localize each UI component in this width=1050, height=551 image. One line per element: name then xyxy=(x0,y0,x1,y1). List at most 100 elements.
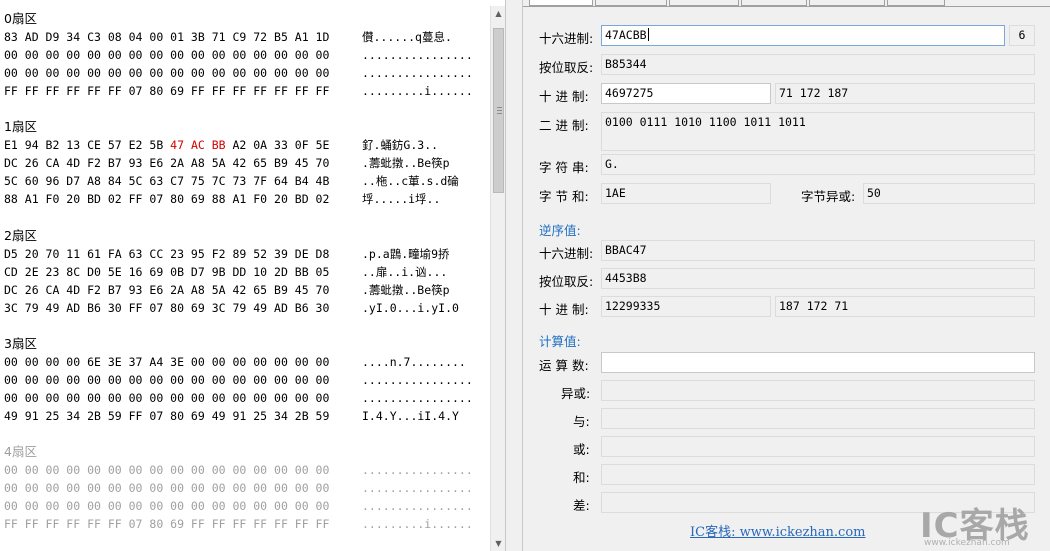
decimal-input[interactable]: 4697275 xyxy=(601,83,771,104)
tab-2[interactable] xyxy=(595,0,667,6)
ascii-text[interactable]: .薵蚍撴..Be筷p xyxy=(362,281,482,299)
reverse-decimal-bytes-field[interactable]: 187 172 71 xyxy=(775,296,1035,317)
and-result-field[interactable] xyxy=(601,408,1035,429)
ascii-text[interactable]: 垺.....i垺.. xyxy=(362,190,482,208)
decimal-bytes-field[interactable]: 71 172 187 xyxy=(775,83,1035,104)
reverse-decimal-field[interactable]: 12299335 xyxy=(601,296,771,317)
ascii-text[interactable]: ................ xyxy=(362,371,482,389)
hex-row[interactable]: FF FF FF FF FF FF 07 80 69 FF FF FF FF F… xyxy=(4,515,473,533)
hex-dump[interactable]: 0扇区 83 AD D9 34 C3 08 04 00 01 3B 71 C9 … xyxy=(0,0,490,551)
hex-bytes[interactable]: DC 26 CA 4D F2 B7 93 E6 2A A8 5A 42 65 B… xyxy=(4,281,354,299)
hex-input[interactable]: 47ACBB xyxy=(601,25,1005,46)
reverse-hex-field[interactable]: BBAC47 xyxy=(601,240,1035,261)
hex-row[interactable]: 3C 79 49 AD B6 30 FF 07 80 69 3C 79 49 A… xyxy=(4,299,459,317)
reverse-not-field[interactable]: 4453B8 xyxy=(601,268,1035,289)
website-link[interactable]: IC客栈: www.ickezhan.com xyxy=(690,521,866,540)
hex-input-value[interactable]: 47ACBB xyxy=(605,28,647,42)
ascii-text[interactable]: ..柂..c莗.s.d碖 xyxy=(362,172,482,190)
ascii-text[interactable]: 儹......q蔓息. xyxy=(362,28,482,46)
hex-bytes[interactable]: 49 91 25 34 2B 59 FF 07 80 69 49 91 25 3… xyxy=(4,407,354,425)
hex-row[interactable]: DC 26 CA 4D F2 B7 93 E6 2A A8 5A 42 65 B… xyxy=(4,154,450,172)
hex-bytes[interactable]: 00 00 00 00 00 00 00 00 00 00 00 00 00 0… xyxy=(4,479,354,497)
hex-bytes[interactable]: 00 00 00 00 6E 3E 37 A4 3E 00 00 00 00 0… xyxy=(4,353,354,371)
byte-sum-field[interactable]: 1AE xyxy=(601,183,771,204)
tab-6[interactable] xyxy=(887,0,945,6)
hex-row[interactable]: 00 00 00 00 00 00 00 00 00 00 00 00 00 0… xyxy=(4,461,473,479)
hex-row[interactable]: FF FF FF FF FF FF 07 80 69 FF FF FF FF F… xyxy=(4,82,473,100)
hex-row[interactable]: 5C 60 96 D7 A8 84 5C 63 C7 75 7C 73 7F 6… xyxy=(4,172,459,190)
hex-row[interactable]: 00 00 00 00 00 00 00 00 00 00 00 00 00 0… xyxy=(4,389,473,407)
hex-bytes[interactable]: FF FF FF FF FF FF 07 80 69 FF FF FF FF F… xyxy=(4,82,354,100)
byte-xor-field[interactable]: 50 xyxy=(863,183,1035,204)
hex-bytes[interactable]: 00 00 00 00 00 00 00 00 00 00 00 00 00 0… xyxy=(4,46,354,64)
ascii-text[interactable]: ................ xyxy=(362,46,482,64)
hex-bytes[interactable]: FF FF FF FF FF FF 07 80 69 FF FF FF FF F… xyxy=(4,515,354,533)
ascii-text[interactable]: 釕.蛹鈁G.3.. xyxy=(362,136,482,154)
vertical-scrollbar[interactable]: ▲ ▼ xyxy=(490,6,505,551)
ascii-text[interactable]: .p.a鵾.疃堬9挢 xyxy=(362,245,482,263)
ascii-text[interactable]: ....n.7........ xyxy=(362,353,482,371)
hex-bytes[interactable]: 83 AD D9 34 C3 08 04 00 01 3B 71 C9 72 B… xyxy=(4,28,354,46)
hex-row[interactable]: 00 00 00 00 00 00 00 00 00 00 00 00 00 0… xyxy=(4,497,473,515)
binary-field[interactable]: 0100 0111 1010 1100 1011 1011 xyxy=(601,112,1035,151)
tab-4[interactable] xyxy=(741,0,807,6)
hex-bytes[interactable]: D5 20 70 11 61 FA 63 CC 23 95 F2 89 52 3… xyxy=(4,245,354,263)
ascii-text[interactable]: .薵蚍撴..Be筷p xyxy=(362,154,482,172)
ascii-text[interactable]: ................ xyxy=(362,389,482,407)
ascii-text[interactable]: .........i...... xyxy=(362,515,482,533)
hex-bytes[interactable]: 00 00 00 00 00 00 00 00 00 00 00 00 00 0… xyxy=(4,64,354,82)
reverse-decimal-label: 十 进 制: xyxy=(539,302,589,317)
scrollbar-thumb[interactable] xyxy=(493,28,504,193)
hex-bytes[interactable]: 3C 79 49 AD B6 30 FF 07 80 69 3C 79 49 A… xyxy=(4,299,354,317)
xor-result-field[interactable] xyxy=(601,380,1035,401)
scroll-up-arrow-icon[interactable]: ▲ xyxy=(491,6,506,21)
string-field[interactable]: G. xyxy=(601,154,1035,175)
ascii-text[interactable]: .........i...... xyxy=(362,82,482,100)
ascii-text[interactable]: I.4.Y...iI.4.Y xyxy=(362,407,482,425)
tab-5[interactable] xyxy=(809,0,885,6)
hex-row[interactable]: CD 2E 23 8C D0 5E 16 69 0B D7 9B DD 10 2… xyxy=(4,263,447,281)
hex-bytes[interactable]: CD 2E 23 8C D0 5E 16 69 0B D7 9B DD 10 2… xyxy=(4,263,354,281)
sum-result-field[interactable] xyxy=(601,464,1035,485)
ascii-text[interactable]: ................ xyxy=(362,497,482,515)
hex-row[interactable]: 00 00 00 00 00 00 00 00 00 00 00 00 00 0… xyxy=(4,371,473,389)
tab-1[interactable] xyxy=(529,0,593,6)
hex-bytes[interactable]: 88 A1 F0 20 BD 02 FF 07 80 69 88 A1 F0 2… xyxy=(4,190,354,208)
grip-line xyxy=(497,113,502,114)
hex-bytes[interactable]: 00 00 00 00 00 00 00 00 00 00 00 00 00 0… xyxy=(4,389,354,407)
hex-label: 十六进制: xyxy=(539,31,594,46)
hex-row[interactable]: 00 00 00 00 00 00 00 00 00 00 00 00 00 0… xyxy=(4,479,473,497)
selected-bytes[interactable]: 47 AC BB xyxy=(170,138,225,152)
ascii-text[interactable]: ................ xyxy=(362,64,482,82)
hex-bytes[interactable]: 00 00 00 00 00 00 00 00 00 00 00 00 00 0… xyxy=(4,461,354,479)
sector-title: 0扇区 xyxy=(4,11,37,26)
hex-bytes-pre[interactable]: E1 94 B2 13 CE 57 E2 5B xyxy=(4,138,170,152)
hex-row[interactable]: E1 94 B2 13 CE 57 E2 5B 47 AC BB A2 0A 3… xyxy=(4,136,438,154)
sector-2: 2扇区 D5 20 70 11 61 FA 63 CC 23 95 F2 89 … xyxy=(4,227,459,317)
hex-bytes[interactable]: 00 00 00 00 00 00 00 00 00 00 00 00 00 0… xyxy=(4,371,354,389)
hex-bytes[interactable]: DC 26 CA 4D F2 B7 93 E6 2A A8 5A 42 65 B… xyxy=(4,154,354,172)
sector-title: 1扇区 xyxy=(4,119,37,134)
hex-row[interactable]: 00 00 00 00 00 00 00 00 00 00 00 00 00 0… xyxy=(4,64,473,82)
hex-row[interactable]: D5 20 70 11 61 FA 63 CC 23 95 F2 89 52 3… xyxy=(4,245,450,263)
hex-bytes[interactable]: 5C 60 96 D7 A8 84 5C 63 C7 75 7C 73 7F 6… xyxy=(4,172,354,190)
hex-bytes-post[interactable]: A2 0A 33 0F 5E xyxy=(226,138,329,152)
hex-row[interactable]: 49 91 25 34 2B 59 FF 07 80 69 49 91 25 3… xyxy=(4,407,459,425)
hex-row[interactable]: 00 00 00 00 6E 3E 37 A4 3E 00 00 00 00 0… xyxy=(4,353,466,371)
bitwise-not-field[interactable]: B85344 xyxy=(601,54,1035,75)
hex-row[interactable]: 00 00 00 00 00 00 00 00 00 00 00 00 00 0… xyxy=(4,46,473,64)
operand-input[interactable] xyxy=(601,352,1035,373)
ascii-text[interactable]: ................ xyxy=(362,461,482,479)
hex-row[interactable]: 83 AD D9 34 C3 08 04 00 01 3B 71 C9 72 B… xyxy=(4,28,452,46)
hex-bytes[interactable]: E1 94 B2 13 CE 57 E2 5B 47 AC BB A2 0A 3… xyxy=(4,136,354,154)
hex-bytes[interactable]: 00 00 00 00 00 00 00 00 00 00 00 00 00 0… xyxy=(4,497,354,515)
tab-3[interactable] xyxy=(669,0,739,6)
hex-row[interactable]: 88 A1 F0 20 BD 02 FF 07 80 69 88 A1 F0 2… xyxy=(4,190,440,208)
or-result-field[interactable] xyxy=(601,436,1035,457)
scroll-down-arrow-icon[interactable]: ▼ xyxy=(491,536,506,551)
xor-result-label: 异或: xyxy=(561,386,591,401)
hex-row[interactable]: DC 26 CA 4D F2 B7 93 E6 2A A8 5A 42 65 B… xyxy=(4,281,450,299)
ascii-text[interactable]: ................ xyxy=(362,479,482,497)
ascii-text[interactable]: .yI.0...i.yI.0 xyxy=(362,299,482,317)
ascii-text[interactable]: ..扉..i.讻... xyxy=(362,263,482,281)
